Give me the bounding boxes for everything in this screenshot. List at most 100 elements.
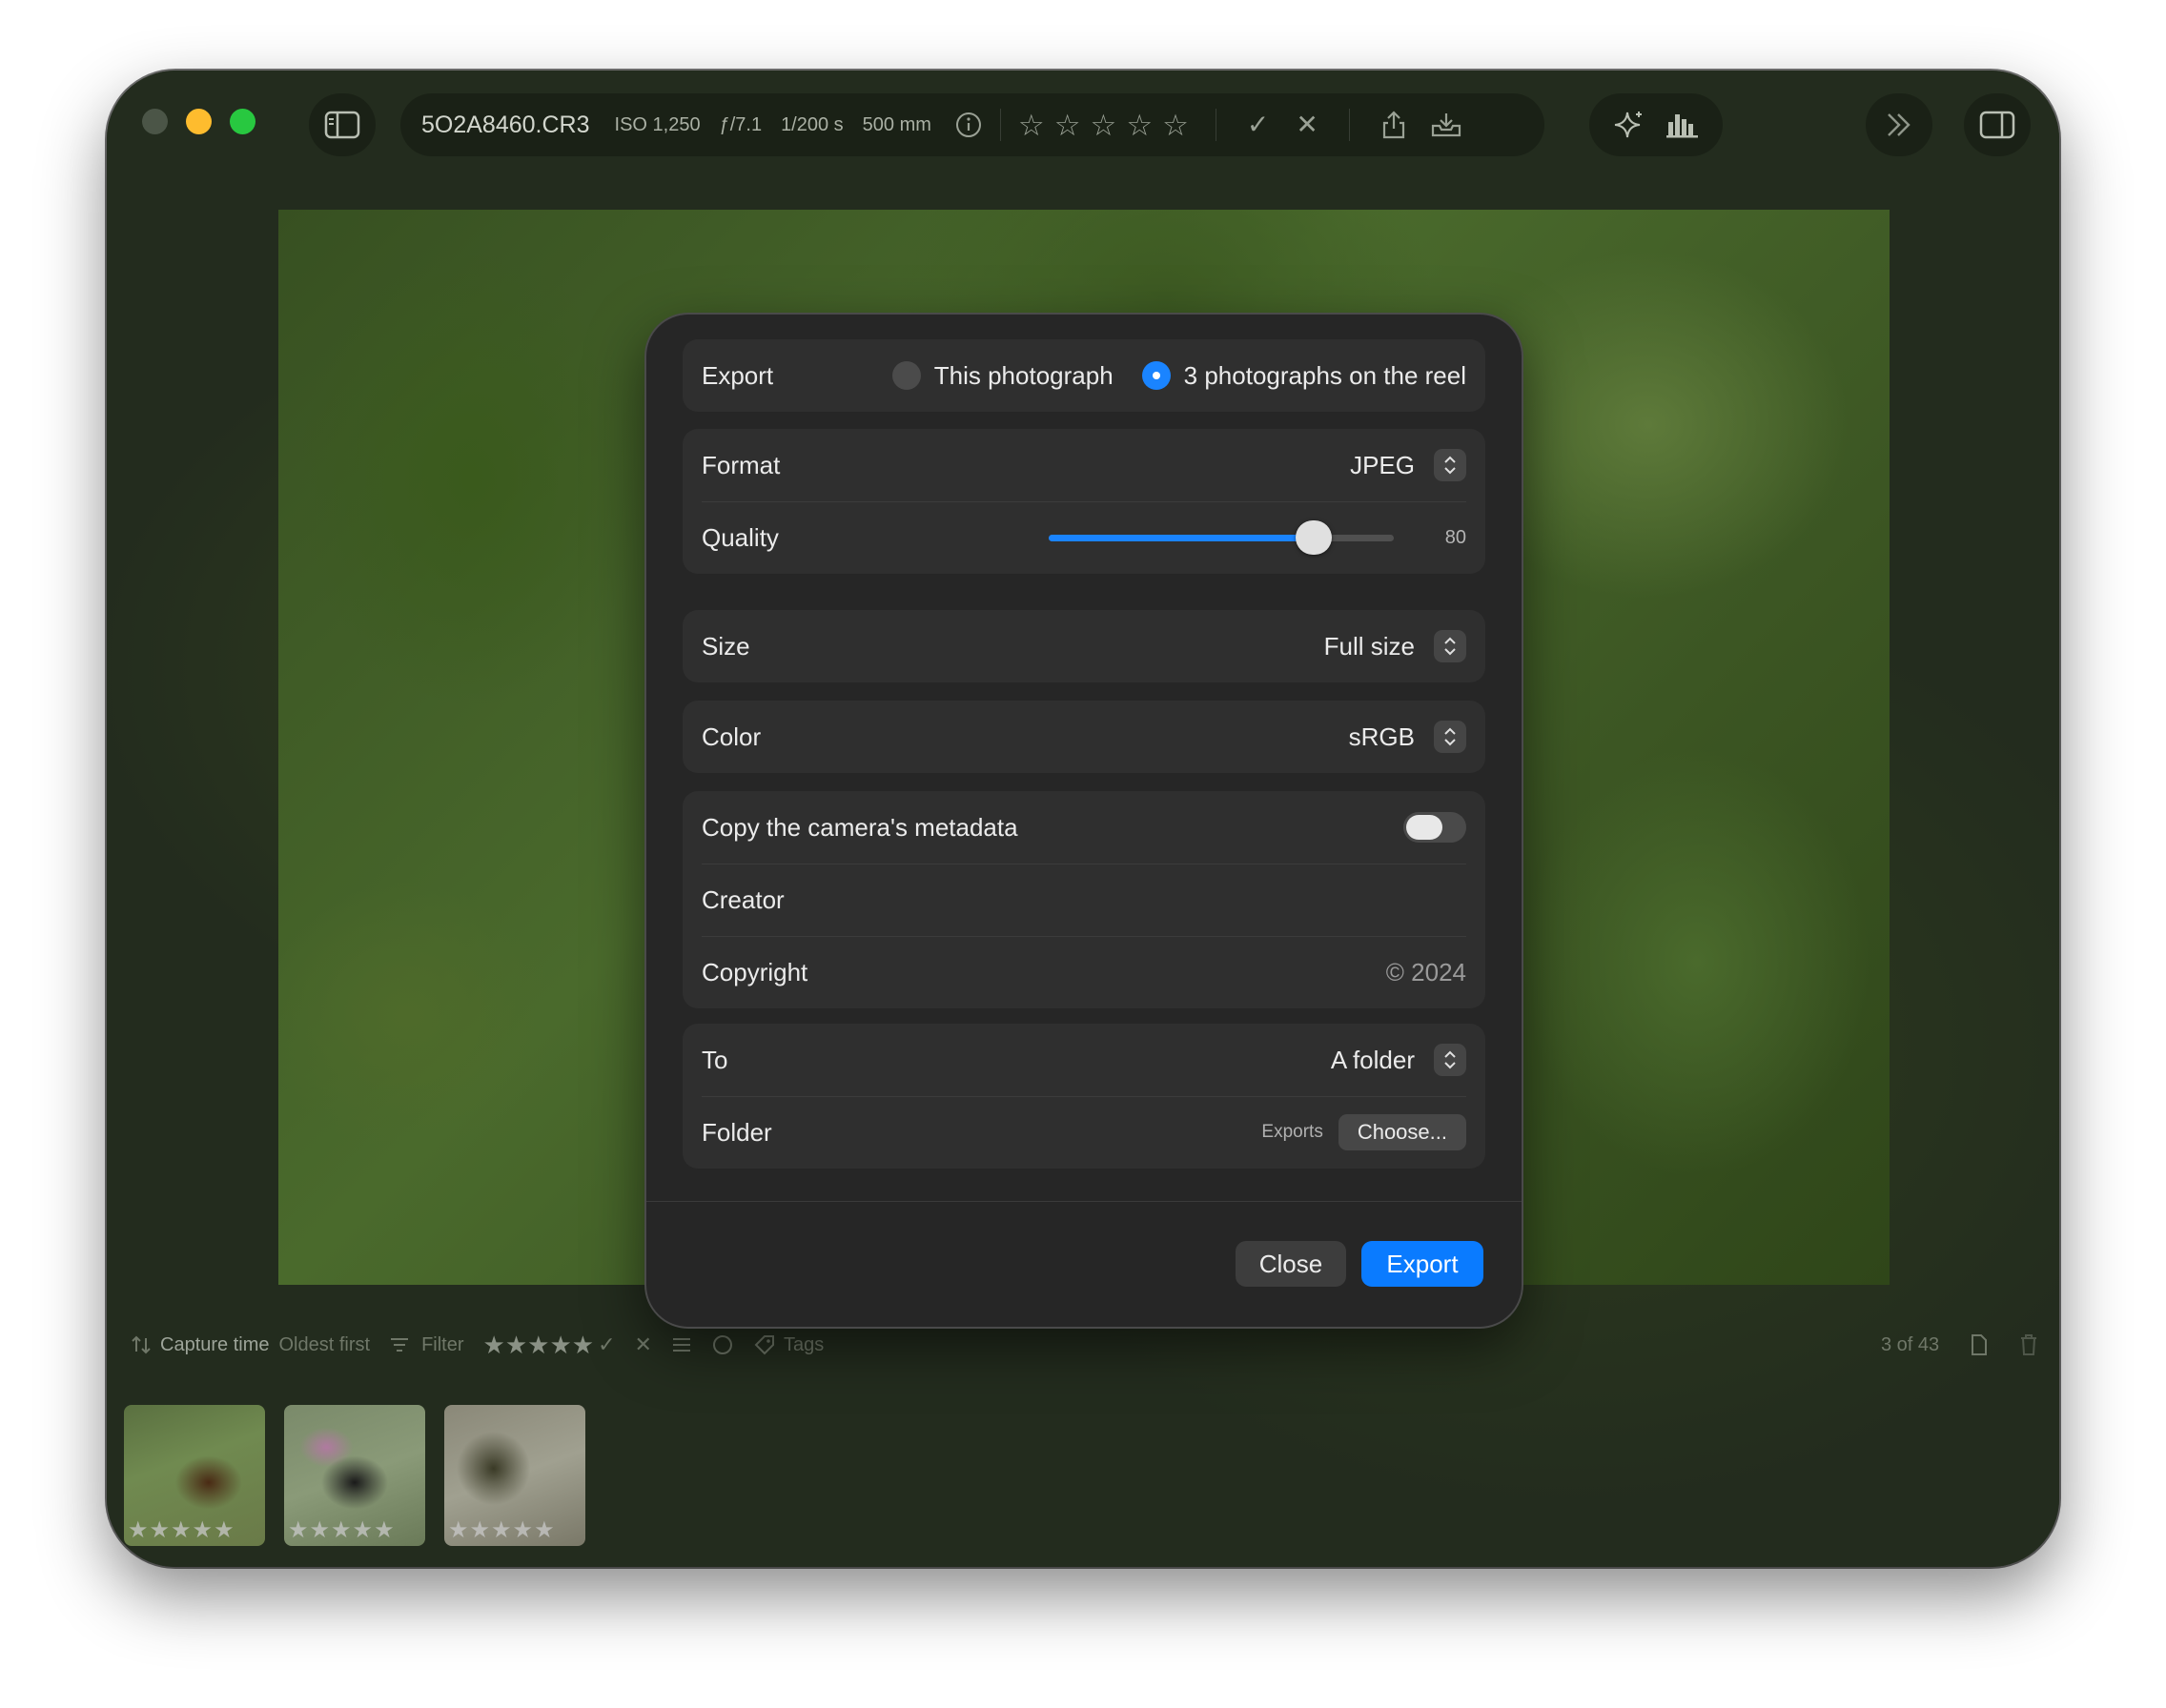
focal-length-value: 500 mm bbox=[862, 113, 931, 135]
export-scope-label: Export bbox=[702, 360, 774, 390]
document-icon[interactable] bbox=[1970, 1333, 1989, 1362]
toggle-knob bbox=[1406, 815, 1442, 840]
window-maximize-button[interactable] bbox=[230, 109, 255, 134]
slider-fill bbox=[1049, 535, 1315, 541]
filter-adjustments-icon[interactable] bbox=[671, 1335, 692, 1354]
close-button[interactable]: Close bbox=[1236, 1241, 1346, 1287]
toolbar: 5O2A8460.CR3 ISO 1,250 ƒ/7.1 1/200 s 500… bbox=[107, 71, 2059, 175]
rating-star-icon[interactable]: ☆ bbox=[1126, 111, 1153, 140]
pick-checkmark-icon[interactable]: ✓ bbox=[1247, 112, 1269, 138]
radio-unselected-icon bbox=[891, 361, 921, 390]
color-label: Color bbox=[702, 722, 762, 751]
format-group: Format JPEG Quality 80 bbox=[683, 429, 1485, 574]
sidebar-toggle-button[interactable] bbox=[309, 93, 376, 156]
export-tray-icon[interactable] bbox=[1430, 111, 1462, 139]
filmstrip-toolbar: Capture time Oldest first Filter ★★★★★ ✓… bbox=[107, 1321, 2059, 1369]
radio-selected-icon bbox=[1141, 361, 1171, 390]
copyright-field[interactable]: © 2024 bbox=[1386, 958, 1466, 987]
quality-value: 80 bbox=[1444, 526, 1466, 548]
rating-star-icon[interactable]: ☆ bbox=[1091, 111, 1117, 140]
filter-pick-icon[interactable]: ✓ bbox=[598, 1332, 615, 1357]
photo-info-bar: 5O2A8460.CR3 ISO 1,250 ƒ/7.1 1/200 s 500… bbox=[400, 93, 1544, 156]
sidebar-left-icon bbox=[324, 111, 360, 139]
quality-control: 80 bbox=[1049, 520, 1466, 555]
histogram-icon[interactable] bbox=[1665, 111, 1700, 139]
chevron-up-down-icon bbox=[1434, 1044, 1466, 1076]
dialog-footer-divider bbox=[646, 1201, 1522, 1202]
quality-row: Quality 80 bbox=[683, 501, 1485, 574]
chevron-up-down-icon bbox=[1434, 630, 1466, 662]
color-row: Color sRGB bbox=[683, 701, 1485, 773]
export-dialog: Export This photograph 3 photographs on … bbox=[646, 315, 1522, 1327]
radio-reel-photographs[interactable]: 3 photographs on the reel bbox=[1141, 361, 1466, 391]
sort-arrows-icon bbox=[132, 1335, 151, 1354]
quality-slider[interactable] bbox=[1049, 520, 1394, 555]
more-tools-button[interactable] bbox=[1866, 93, 1932, 156]
metadata-toggle[interactable] bbox=[1403, 812, 1466, 843]
filter-rating-stars[interactable]: ★★★★★ bbox=[483, 1332, 595, 1357]
quality-label: Quality bbox=[702, 522, 779, 552]
size-row: Size Full size bbox=[683, 610, 1485, 682]
sidebar-right-icon bbox=[1979, 111, 2015, 139]
info-icon[interactable] bbox=[954, 111, 983, 139]
rating-star-icon[interactable]: ☆ bbox=[1018, 111, 1045, 140]
aperture-value: ƒ/7.1 bbox=[719, 113, 763, 135]
tag-icon bbox=[754, 1335, 774, 1355]
color-value: sRGB bbox=[1348, 722, 1415, 751]
rating-star-icon[interactable]: ☆ bbox=[1162, 111, 1189, 140]
chevron-up-down-icon bbox=[1434, 449, 1466, 481]
thumbnail-rating: ★★★★★ bbox=[448, 1517, 556, 1543]
size-value: Full size bbox=[1323, 631, 1415, 661]
window-minimize-button[interactable] bbox=[186, 109, 212, 134]
sort-label: Capture time bbox=[160, 1333, 270, 1355]
to-value: A folder bbox=[1330, 1045, 1415, 1074]
metadata-label: Copy the camera's metadata bbox=[702, 812, 1018, 842]
share-icon[interactable] bbox=[1380, 110, 1407, 140]
sort-order: Oldest first bbox=[278, 1333, 371, 1355]
format-value: JPEG bbox=[1350, 450, 1415, 479]
metadata-row: Copy the camera's metadata bbox=[683, 791, 1485, 864]
reject-x-icon[interactable]: ✕ bbox=[1296, 112, 1318, 138]
tags-filter[interactable]: Tags bbox=[753, 1333, 824, 1356]
rating-star-icon[interactable]: ☆ bbox=[1054, 111, 1081, 140]
filter-reject-icon[interactable]: ✕ bbox=[635, 1332, 652, 1357]
photo-count: 3 of 43 bbox=[1881, 1333, 1940, 1355]
folder-row: Folder Exports Choose... bbox=[683, 1096, 1485, 1169]
creator-row[interactable]: Creator bbox=[683, 864, 1485, 936]
folder-name: Exports bbox=[1261, 1122, 1323, 1142]
radio-this-photograph-label: This photograph bbox=[933, 360, 1114, 390]
sparkle-icon[interactable] bbox=[1613, 109, 1645, 141]
trash-icon[interactable] bbox=[2019, 1333, 2038, 1362]
filter-lines-icon bbox=[391, 1338, 409, 1352]
copyright-row[interactable]: Copyright © 2024 bbox=[683, 936, 1485, 1008]
filter-label: Filter bbox=[421, 1333, 464, 1355]
toolbar-divider bbox=[999, 109, 1001, 141]
shutter-value: 1/200 s bbox=[781, 113, 844, 135]
copyright-label: Copyright bbox=[702, 957, 808, 986]
format-row: Format JPEG bbox=[683, 429, 1485, 501]
size-select[interactable]: Full size bbox=[1324, 630, 1466, 662]
filter-circle-icon[interactable] bbox=[711, 1333, 734, 1356]
tags-label: Tags bbox=[783, 1333, 825, 1355]
creator-label: Creator bbox=[702, 884, 785, 914]
format-select[interactable]: JPEG bbox=[1350, 449, 1466, 481]
folder-label: Folder bbox=[702, 1117, 772, 1147]
export-scope-group: Export This photograph 3 photographs on … bbox=[683, 339, 1485, 412]
size-label: Size bbox=[702, 631, 750, 661]
sort-control[interactable]: Capture time Oldest first bbox=[130, 1334, 370, 1356]
choose-folder-button[interactable]: Choose... bbox=[1338, 1114, 1466, 1150]
ai-tools-group bbox=[1589, 93, 1723, 156]
inspector-toggle-button[interactable] bbox=[1964, 93, 2031, 156]
filmstrip-thumbnail[interactable]: ★★★★★ bbox=[124, 1405, 265, 1546]
to-select[interactable]: A folder bbox=[1331, 1044, 1466, 1076]
window-close-button[interactable] bbox=[142, 109, 168, 134]
color-select[interactable]: sRGB bbox=[1349, 721, 1466, 753]
export-button[interactable]: Export bbox=[1361, 1241, 1483, 1287]
filmstrip-thumbnail[interactable]: ★★★★★ bbox=[284, 1405, 425, 1546]
radio-this-photograph[interactable]: This photograph bbox=[891, 360, 1114, 391]
iso-value: ISO 1,250 bbox=[614, 113, 701, 135]
chevron-double-right-icon bbox=[1884, 111, 1914, 139]
slider-knob[interactable] bbox=[1296, 520, 1333, 555]
filmstrip-thumbnail[interactable]: ★★★★★ bbox=[444, 1405, 585, 1546]
filter-control[interactable]: Filter bbox=[389, 1333, 464, 1356]
